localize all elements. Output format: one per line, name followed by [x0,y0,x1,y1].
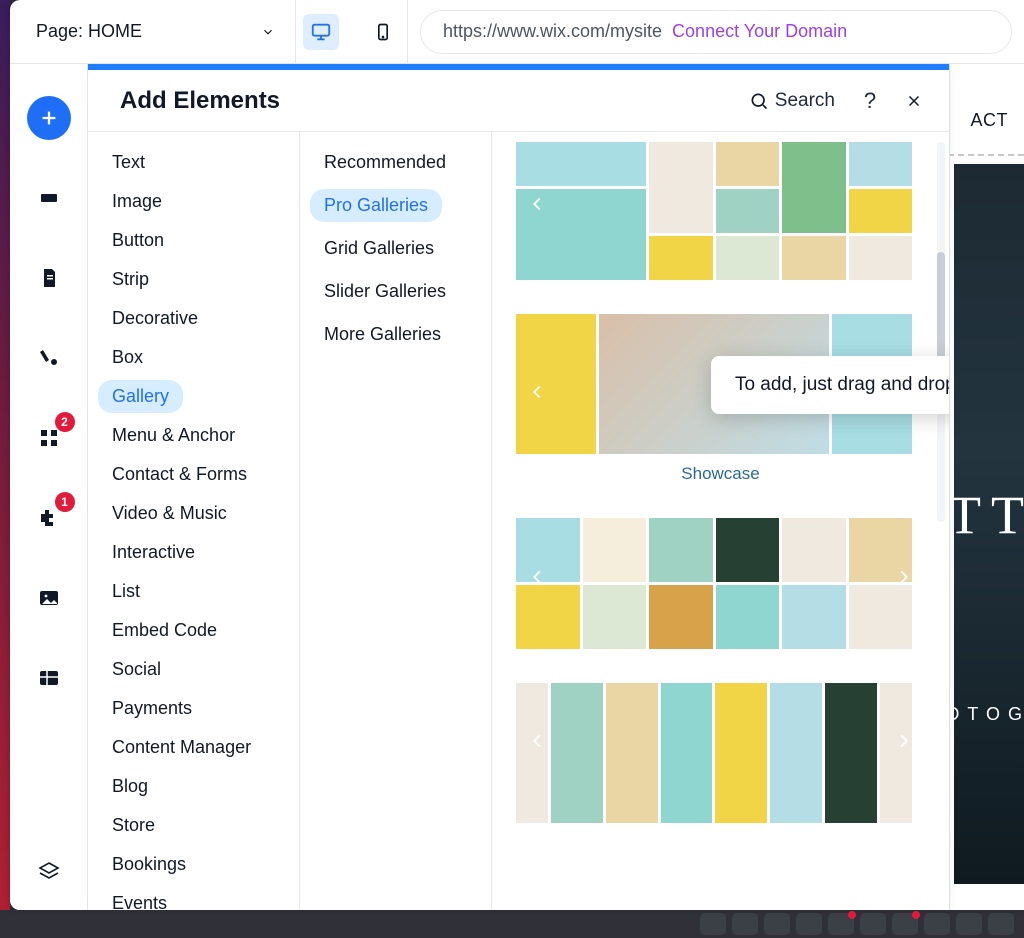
rail-layers-button[interactable] [27,850,71,894]
rail-content-button[interactable] [27,656,71,700]
category-item-button[interactable]: Button [98,224,178,257]
gallery-preview-label: Showcase [516,464,925,484]
panel-title: Add Elements [120,87,749,115]
gallery-preview-column: To add, just drag and drop. Showcase [492,132,949,910]
desktop-icon [310,21,332,43]
puzzle-icon [37,506,61,530]
plus-icon [38,107,60,129]
subcategory-item-slider-galleries[interactable]: Slider Galleries [310,275,460,308]
scrollbar[interactable] [937,142,945,522]
panel-search-label: Search [775,90,835,112]
gallery-preview-columns[interactable] [516,683,925,813]
dock-app[interactable] [732,913,758,935]
page-icon [37,266,61,290]
category-item-interactive[interactable]: Interactive [98,536,209,569]
panel-search-button[interactable]: Search [749,90,835,112]
category-item-store[interactable]: Store [98,809,169,842]
dock-app[interactable] [764,913,790,935]
category-column: Text Image Button Strip Decorative Box Gallery… [88,132,300,910]
site-nav-item: ACT [971,110,1009,131]
rail-design-button[interactable] [27,336,71,380]
site-hero-photo: TT OTOG [954,164,1024,884]
market-badge: 1 [55,492,75,512]
subcategory-column: Recommended Pro Galleries Grid Galleries Sl… [300,132,492,910]
connect-domain-link[interactable]: Connect Your Domain [672,21,847,42]
gallery-preview-mosaic[interactable] [516,142,925,280]
panel-body: Text Image Button Strip Decorative Box Gallery… [88,132,949,910]
grid-icon [37,666,61,690]
url-text: https://www.wix.com/mysite [443,21,662,42]
category-item-gallery[interactable]: Gallery [98,380,183,413]
mobile-view-button[interactable] [365,14,401,50]
subcategory-item-more-galleries[interactable]: More Galleries [310,318,455,351]
category-item-list[interactable]: List [98,575,154,608]
rail-pages-button[interactable] [27,256,71,300]
image-icon [37,586,61,610]
editor-body: 2 1 ACT TT OTOG [10,64,1024,910]
hero-title-fragment: TT [948,484,1024,546]
panel-help-button[interactable]: ? [859,88,881,114]
search-icon [749,91,769,111]
subcategory-item-pro-galleries[interactable]: Pro Galleries [310,189,442,222]
dock-app[interactable] [988,913,1014,935]
rail-media-button[interactable] [27,576,71,620]
category-item-blog[interactable]: Blog [98,770,162,803]
mobile-icon [373,22,393,42]
category-item-events[interactable]: Events [98,887,181,910]
device-switch [296,0,408,64]
dock-app[interactable] [892,913,918,935]
drag-drop-tooltip: To add, just drag and drop. [711,356,949,414]
category-item-decorative[interactable]: Decorative [98,302,212,335]
section-icon [37,186,61,210]
chevron-down-icon [261,25,275,39]
dock-app[interactable] [956,913,982,935]
category-item-box[interactable]: Box [98,341,157,374]
category-item-embed-code[interactable]: Embed Code [98,614,231,647]
page-selector-label: Page: HOME [36,21,142,42]
category-item-menu-anchor[interactable]: Menu & Anchor [98,419,249,452]
category-item-strip[interactable]: Strip [98,263,163,296]
page-selector-dropdown[interactable]: Page: HOME [10,0,296,64]
gallery-preview-grid[interactable] [516,518,925,649]
rail-section-button[interactable] [27,176,71,220]
scrollbar-thumb[interactable] [937,252,945,372]
gallery-preview-showcase[interactable]: To add, just drag and drop. Showcase [516,314,925,484]
subcategory-item-recommended[interactable]: Recommended [310,146,460,179]
top-bar: Page: HOME https://www.wix.com/mysite Co… [10,0,1024,64]
category-item-video-music[interactable]: Video & Music [98,497,241,530]
close-icon [905,92,923,110]
add-elements-button[interactable] [27,96,71,140]
category-item-bookings[interactable]: Bookings [98,848,200,881]
panel-header: Add Elements Search ? [88,70,949,132]
url-bar[interactable]: https://www.wix.com/mysite Connect Your … [420,10,1012,54]
category-item-payments[interactable]: Payments [98,692,206,725]
category-item-image[interactable]: Image [98,185,176,218]
category-item-text[interactable]: Text [98,146,159,179]
dock-app[interactable] [860,913,886,935]
dock-app[interactable] [924,913,950,935]
subcategory-item-grid-galleries[interactable]: Grid Galleries [310,232,448,265]
rail-appmarket-button[interactable]: 1 [27,496,71,540]
layers-icon [37,860,61,884]
dock-app[interactable] [828,913,854,935]
category-item-social[interactable]: Social [98,653,175,686]
design-icon [37,346,61,370]
apps-icon [37,426,61,450]
desktop-view-button[interactable] [303,14,339,50]
macos-dock [0,910,1024,938]
add-elements-panel: Add Elements Search ? Text Image Button Str… [88,64,950,910]
hero-subtitle-fragment: OTOG [945,704,1024,725]
left-rail: 2 1 [10,64,88,910]
os-gradient-strip [0,0,10,910]
category-item-contact-forms[interactable]: Contact & Forms [98,458,261,491]
dock-app[interactable] [700,913,726,935]
apps-badge: 2 [55,412,75,432]
category-item-content-manager[interactable]: Content Manager [98,731,265,764]
panel-close-button[interactable] [905,92,925,110]
dock-app[interactable] [796,913,822,935]
editor-app: Page: HOME https://www.wix.com/mysite Co… [10,0,1024,910]
rail-apps-button[interactable]: 2 [27,416,71,460]
